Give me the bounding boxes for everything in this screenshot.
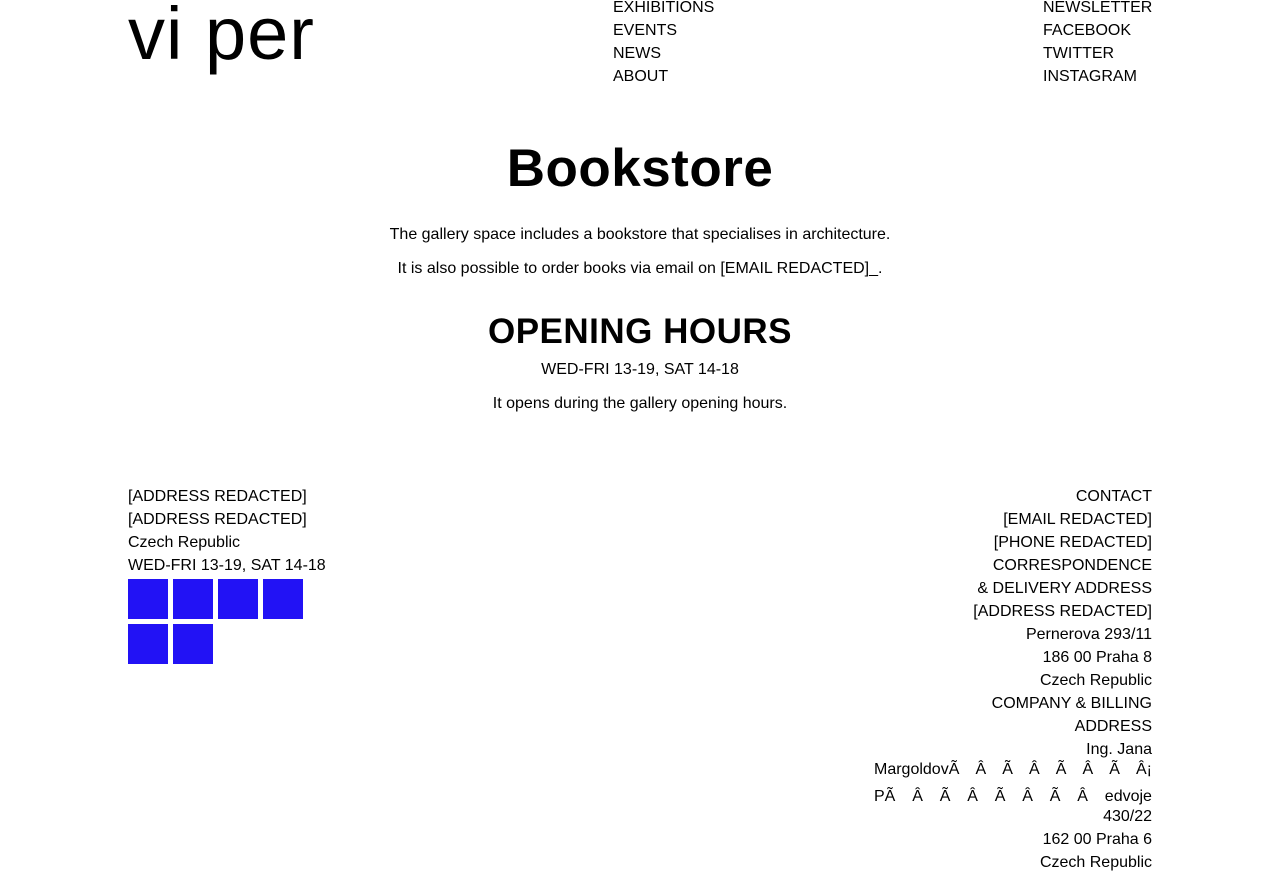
- main-content: Bookstore The gallery space includes a b…: [0, 136, 1280, 421]
- page-title: Bookstore: [506, 139, 774, 198]
- nav-link-instagram[interactable]: INSTAGRAM: [1043, 68, 1137, 85]
- footer-contact: CONTACT [EMAIL REDACTED] [PHONE REDACTED…: [872, 485, 1152, 874]
- social-icons: [128, 579, 308, 664]
- social-icon[interactable]: [173, 579, 213, 619]
- garbled-text: Ã: [939, 788, 951, 805]
- opening-hours-times: WED-FRI 13-19, SAT 14-18: [541, 361, 739, 378]
- footer-correspondence-line: [ADDRESS REDACTED]: [973, 603, 1152, 620]
- footer-billing-name: MargoldovÃ Â Ã Â Ã Â Ã Â¡: [874, 758, 1152, 785]
- footer-contact-heading: CONTACT: [1075, 488, 1152, 505]
- garbled-text: edvoje: [1104, 788, 1152, 805]
- garbled-text: Â: [1022, 788, 1033, 805]
- garbled-text: Â: [967, 788, 978, 805]
- nav-link-facebook[interactable]: FACEBOOK: [1043, 22, 1131, 39]
- footer-billing-line: Ing. Jana: [1086, 741, 1152, 758]
- opening-hours-note: It opens during the gallery opening hour…: [492, 395, 788, 412]
- garbled-text: Ã: [1109, 761, 1120, 778]
- footer-correspondence-heading: CORRESPONDENCE: [992, 557, 1152, 574]
- footer-billing-heading: COMPANY & BILLING: [991, 695, 1152, 712]
- garbled-text: Â: [1082, 761, 1094, 778]
- nav-link-newsletter[interactable]: NEWSLETTER: [1043, 0, 1152, 16]
- social-icon[interactable]: [173, 624, 213, 664]
- nav-link-news[interactable]: NEWS: [613, 45, 661, 62]
- footer-billing-street: PÃ Â Ã Â Ã Â Ã Â edvoje: [874, 785, 1152, 805]
- footer-correspondence-line: Czech Republic: [1039, 672, 1152, 689]
- opening-hours: WED-FRI 13-19, SAT 14-18 It opens during…: [0, 353, 1280, 421]
- footer-address-line: [ADDRESS REDACTED]: [128, 488, 307, 505]
- intro-text: The gallery space includes a bookstore t…: [0, 224, 1280, 292]
- main-nav: EXHIBITIONS EVENTS NEWS ABOUT: [613, 0, 714, 88]
- footer-billing-line: Czech Republic: [1039, 854, 1152, 871]
- footer-correspondence-line: 186 00 Praha 8: [1042, 649, 1152, 666]
- footer-hours: WED-FRI 13-19, SAT 14-18: [128, 557, 326, 574]
- garbled-text: Â: [1077, 788, 1088, 805]
- intro-paragraph-email: It is also possible to order books via e…: [397, 260, 883, 277]
- garbled-text: Ã: [994, 788, 1006, 805]
- opening-hours-heading: OPENING HOURS: [487, 312, 793, 351]
- garbled-text: Ã: [1049, 788, 1061, 805]
- nav-link-twitter[interactable]: TWITTER: [1043, 45, 1114, 62]
- social-icon[interactable]: [128, 579, 168, 619]
- garbled-text: Â: [912, 788, 923, 805]
- footer-correspondence-line: Pernerova 293/11: [1025, 626, 1152, 643]
- garbled-text: PÃ: [874, 788, 896, 805]
- footer-billing-heading: ADDRESS: [1074, 718, 1152, 735]
- social-icon[interactable]: [128, 624, 168, 664]
- site-logo[interactable]: vi per: [128, 0, 315, 74]
- nav-link-events[interactable]: EVENTS: [613, 22, 677, 39]
- garbled-text: Â: [975, 761, 987, 778]
- nav-link-about[interactable]: ABOUT: [613, 68, 668, 85]
- garbled-text: MargoldovÃ: [874, 761, 960, 778]
- footer-billing-line: 430/22: [1103, 808, 1152, 825]
- footer-email[interactable]: [EMAIL REDACTED]: [872, 508, 1152, 531]
- footer-phone[interactable]: [PHONE REDACTED]: [872, 531, 1152, 554]
- footer-correspondence-heading: & DELIVERY ADDRESS: [977, 580, 1152, 597]
- garbled-text: Â: [1028, 761, 1040, 778]
- social-icon[interactable]: [218, 579, 258, 619]
- garbled-text: Â¡: [1135, 761, 1152, 778]
- social-icon[interactable]: [263, 579, 303, 619]
- footer-country: Czech Republic: [128, 534, 241, 551]
- social-nav: NEWSLETTER FACEBOOK TWITTER INSTAGRAM: [1043, 0, 1152, 88]
- garbled-text: Ã: [1002, 761, 1013, 778]
- intro-paragraph: The gallery space includes a bookstore t…: [389, 226, 891, 243]
- footer-billing-line: 162 00 Praha 6: [1042, 831, 1152, 848]
- nav-link-exhibitions[interactable]: EXHIBITIONS: [613, 0, 714, 16]
- footer-address: [ADDRESS REDACTED] [ADDRESS REDACTED] Cz…: [128, 485, 468, 664]
- footer-address-line: [ADDRESS REDACTED]: [128, 511, 307, 528]
- garbled-text: Ã: [1055, 761, 1067, 778]
